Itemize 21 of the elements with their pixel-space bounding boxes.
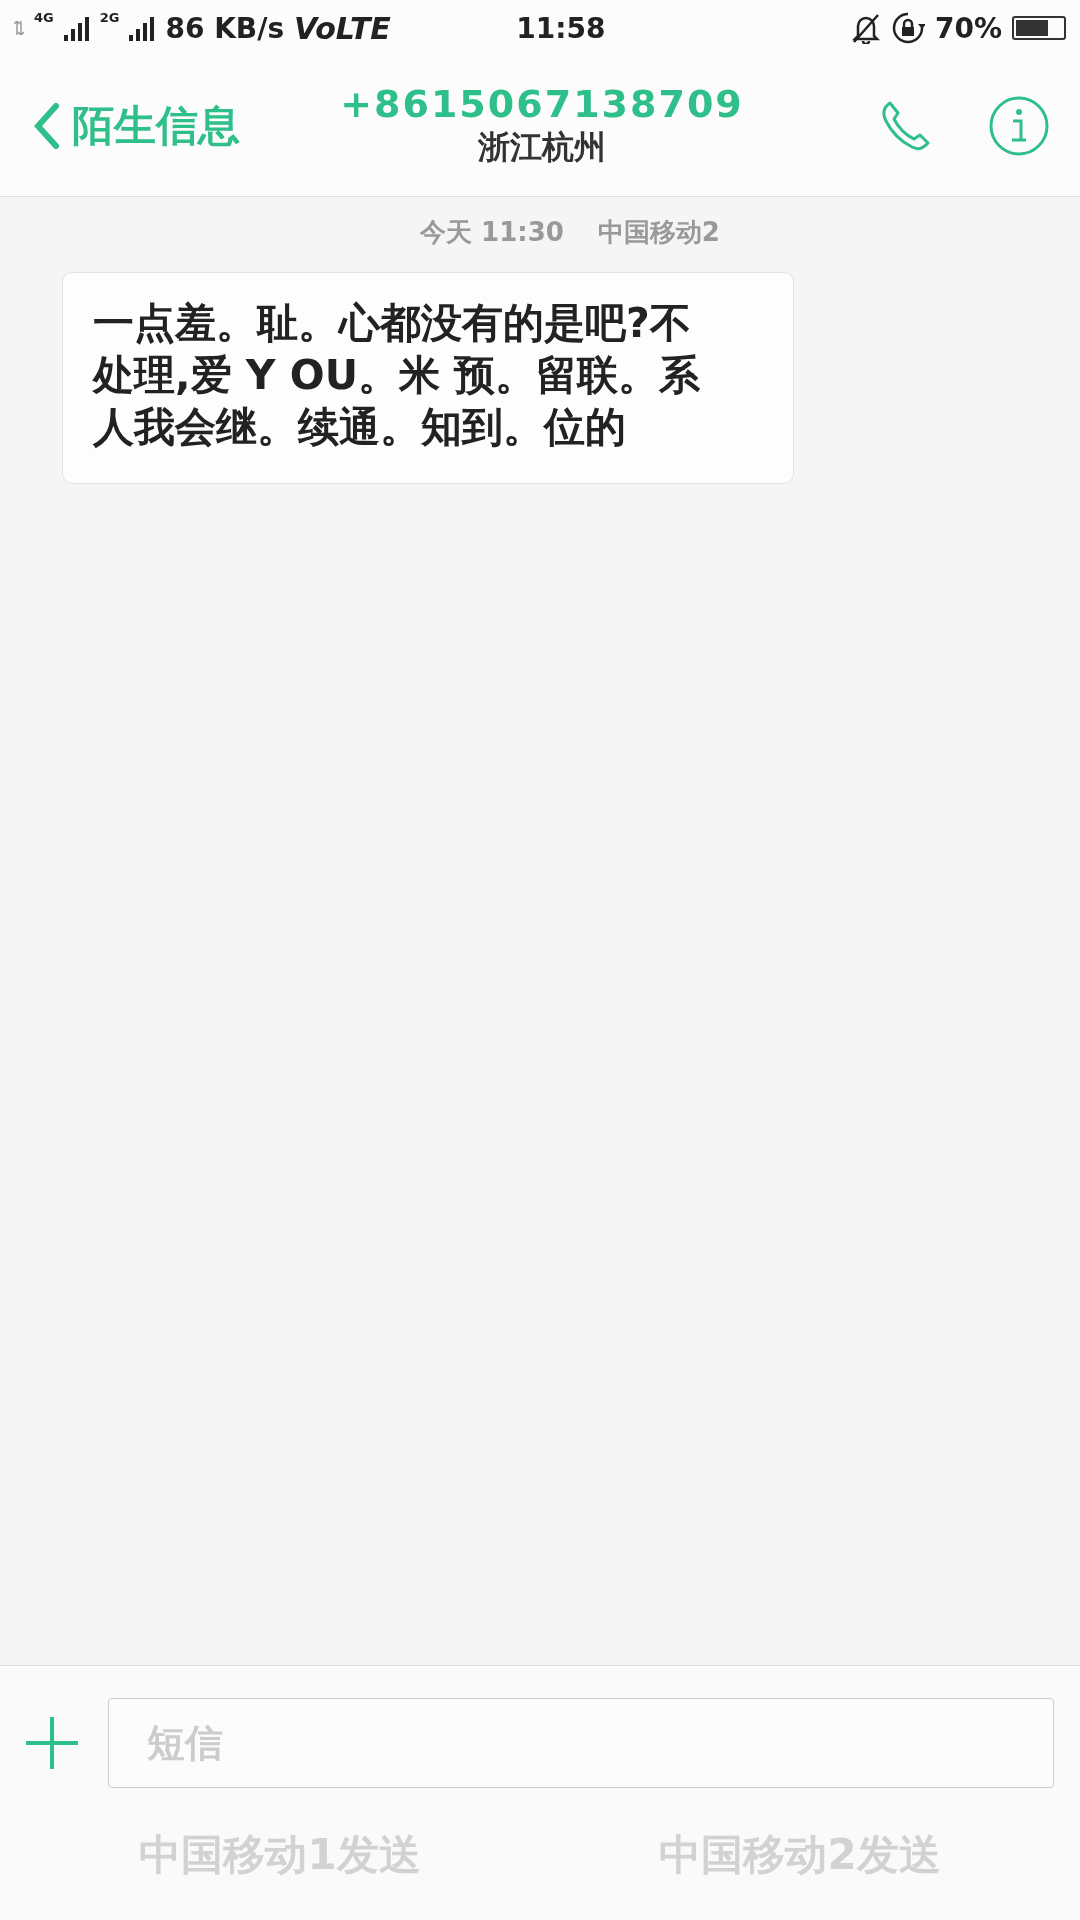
network-type: 2G [99, 10, 120, 25]
rotation-lock-icon [890, 11, 925, 45]
battery-percent: 70% [934, 11, 1002, 45]
volte-label: VoLTE [294, 10, 391, 46]
battery-icon [1012, 16, 1066, 40]
chevron-icon [34, 102, 60, 150]
network-type: 4G [34, 10, 54, 25]
phone-number: +8615067138709 [340, 82, 744, 126]
clock: 11:58 [516, 11, 607, 45]
message-timestamp: 今天 11:30 [420, 216, 564, 249]
sim-label: 中国移动2 [597, 216, 720, 249]
back-button[interactable]: 陌生信息 [34, 98, 334, 154]
add-icon[interactable] [26, 1717, 78, 1769]
signal-icon [63, 15, 90, 41]
signal-icon [129, 15, 156, 41]
network-speed: 86 KB/s [165, 11, 285, 45]
caller-location: 浙江杭州 [478, 127, 606, 168]
muted-bell-icon [850, 12, 881, 44]
data-arrows-icon [14, 21, 24, 35]
message-bubble: 一点羞。耻。心都没有的是吧?不处理,爱 Y OU。米 预。留联。系人我会继。续通。知到。位的 [62, 272, 794, 484]
info-icon[interactable] [988, 95, 1050, 157]
